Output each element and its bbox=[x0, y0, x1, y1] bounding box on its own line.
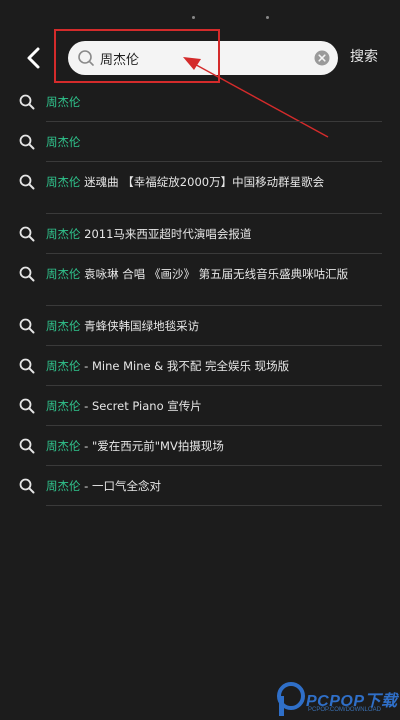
suggestion-title: 迷魂曲 【幸福绽放2000万】中国移动群星歌会 bbox=[80, 175, 325, 189]
search-icon bbox=[19, 358, 35, 374]
suggestion-item[interactable]: 周杰伦 青蜂侠韩国绿地毯采访 bbox=[0, 306, 400, 346]
suggestion-item[interactable]: 周杰伦 - Secret Piano 宣传片 bbox=[0, 386, 400, 426]
search-icon bbox=[19, 438, 35, 454]
chevron-left-icon bbox=[27, 47, 40, 69]
suggestion-item[interactable]: 周杰伦 bbox=[0, 82, 400, 122]
search-icon bbox=[19, 478, 35, 494]
suggestion-text: 周杰伦 迷魂曲 【幸福绽放2000万】中国移动群星歌会 bbox=[46, 174, 382, 190]
suggestion-text: 周杰伦 - Mine Mine & 我不配 完全娱乐 现场版 bbox=[46, 358, 382, 374]
search-icon bbox=[19, 318, 35, 334]
divider bbox=[46, 505, 382, 506]
search-icon bbox=[19, 174, 35, 190]
pcpop-logo-icon bbox=[277, 682, 305, 716]
suggestion-keyword: 周杰伦 bbox=[46, 95, 81, 109]
status-dot bbox=[192, 16, 195, 19]
back-button[interactable] bbox=[20, 42, 48, 74]
status-dot bbox=[266, 16, 269, 19]
watermark-text: PCPOP下载 bbox=[306, 693, 398, 710]
search-icon bbox=[78, 50, 94, 66]
suggestion-item[interactable]: 周杰伦 - Mine Mine & 我不配 完全娱乐 现场版 bbox=[0, 346, 400, 386]
suggestion-keyword: 周杰伦 bbox=[46, 135, 81, 149]
suggestion-text: 周杰伦 bbox=[46, 134, 382, 150]
search-icon bbox=[19, 94, 35, 110]
suggestion-title: 2011马来西亚超时代演唱会报道 bbox=[80, 227, 252, 241]
search-box[interactable] bbox=[68, 41, 338, 75]
suggestion-item[interactable]: 周杰伦 bbox=[0, 122, 400, 162]
suggestion-keyword: 周杰伦 bbox=[46, 319, 81, 333]
suggestion-text: 周杰伦 - Secret Piano 宣传片 bbox=[46, 398, 382, 414]
suggestion-text: 周杰伦 - 一口气全念对 bbox=[46, 478, 382, 494]
suggestion-keyword: 周杰伦 bbox=[46, 227, 81, 241]
watermark-subtext: PCPOP.COM/DOWNLOAD bbox=[308, 707, 381, 713]
search-input[interactable] bbox=[100, 41, 300, 75]
suggestion-keyword: 周杰伦 bbox=[46, 399, 81, 413]
search-icon bbox=[19, 266, 35, 282]
suggestion-list: 周杰伦 周杰伦 周杰伦 迷魂曲 【幸福绽放2000万】中国移动群星歌会 周杰伦 201… bbox=[0, 82, 400, 506]
suggestion-item[interactable]: 周杰伦 2011马来西亚超时代演唱会报道 bbox=[0, 214, 400, 254]
suggestion-text: 周杰伦 2011马来西亚超时代演唱会报道 bbox=[46, 226, 382, 242]
suggestion-keyword: 周杰伦 bbox=[46, 359, 81, 373]
search-header: 搜索 bbox=[0, 36, 400, 80]
watermark: PCPOP下载 PCPOP.COM/DOWNLOAD bbox=[276, 682, 400, 720]
search-icon bbox=[19, 226, 35, 242]
search-icon bbox=[19, 398, 35, 414]
suggestion-title: 袁咏琳 合唱 《画沙》 第五届无线音乐盛典咪咕汇版 bbox=[80, 267, 349, 281]
suggestion-title: - 一口气全念对 bbox=[80, 479, 161, 493]
suggestion-text: 周杰伦 袁咏琳 合唱 《画沙》 第五届无线音乐盛典咪咕汇版 bbox=[46, 266, 382, 282]
suggestion-keyword: 周杰伦 bbox=[46, 267, 81, 281]
suggestion-text: 周杰伦 青蜂侠韩国绿地毯采访 bbox=[46, 318, 382, 334]
suggestion-keyword: 周杰伦 bbox=[46, 439, 81, 453]
suggestion-text: 周杰伦 - "爱在西元前"MV拍摄现场 bbox=[46, 438, 382, 454]
search-icon bbox=[19, 134, 35, 150]
search-button[interactable]: 搜索 bbox=[350, 46, 378, 66]
suggestion-title: - Secret Piano 宣传片 bbox=[80, 399, 202, 413]
suggestion-item[interactable]: 周杰伦 - "爱在西元前"MV拍摄现场 bbox=[0, 426, 400, 466]
suggestion-keyword: 周杰伦 bbox=[46, 175, 81, 189]
suggestion-item[interactable]: 周杰伦 袁咏琳 合唱 《画沙》 第五届无线音乐盛典咪咕汇版 bbox=[0, 254, 400, 306]
suggestion-keyword: 周杰伦 bbox=[46, 479, 81, 493]
suggestion-item[interactable]: 周杰伦 - 一口气全念对 bbox=[0, 466, 400, 506]
suggestion-text: 周杰伦 bbox=[46, 94, 382, 110]
suggestion-title: - "爱在西元前"MV拍摄现场 bbox=[80, 439, 224, 453]
suggestion-title: - Mine Mine & 我不配 完全娱乐 现场版 bbox=[80, 359, 290, 373]
clear-icon[interactable] bbox=[314, 50, 330, 66]
suggestion-title: 青蜂侠韩国绿地毯采访 bbox=[80, 319, 200, 333]
suggestion-item[interactable]: 周杰伦 迷魂曲 【幸福绽放2000万】中国移动群星歌会 bbox=[0, 162, 400, 214]
status-bar bbox=[0, 0, 400, 22]
